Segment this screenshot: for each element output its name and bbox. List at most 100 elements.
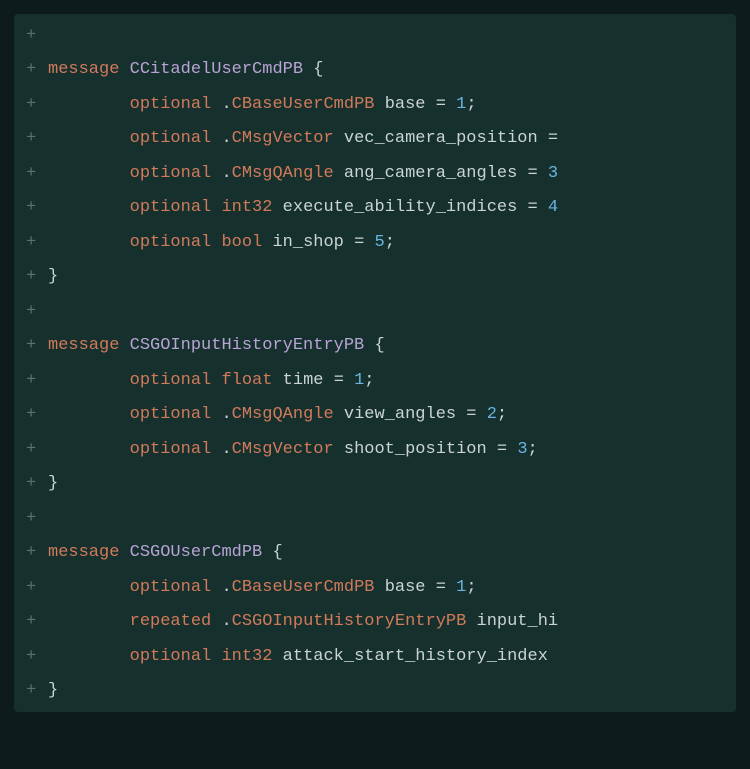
token-kw-optional: optional xyxy=(130,371,222,390)
code-line: + optional float time = 1; xyxy=(14,363,736,398)
token-field-name: base xyxy=(385,578,436,597)
code-line: + optional .CBaseUserCmdPB base = 1; xyxy=(14,87,736,122)
token-dot: . xyxy=(221,164,231,183)
line-content: message CCitadelUserCmdPB { xyxy=(48,57,724,83)
code-line: +message CCitadelUserCmdPB { xyxy=(14,53,736,88)
token-eq: = xyxy=(528,164,548,183)
token-punct: ; xyxy=(497,405,507,424)
token-dot: . xyxy=(221,129,231,148)
token-field-name: view_angles xyxy=(344,405,466,424)
token-field-name: in_shop xyxy=(272,233,354,252)
token-eq: = xyxy=(466,405,486,424)
code-line: + optional .CMsgVector vec_camera_positi… xyxy=(14,122,736,157)
token-num: 1 xyxy=(456,578,466,597)
code-line: + optional .CMsgQAngle view_angles = 2; xyxy=(14,398,736,433)
token-type-user: CMsgVector xyxy=(232,440,344,459)
diff-marker: + xyxy=(26,678,48,704)
token-kw-repeated: repeated xyxy=(130,612,222,631)
code-line: +} xyxy=(14,467,736,502)
token-dot: . xyxy=(221,405,231,424)
line-content: optional .CMsgVector shoot_position = 3; xyxy=(48,437,724,463)
code-line: + repeated .CSGOInputHistoryEntryPB inpu… xyxy=(14,605,736,640)
token-type-user: CMsgQAngle xyxy=(232,164,344,183)
token-eq: = xyxy=(436,578,456,597)
line-content: optional .CMsgVector vec_camera_position… xyxy=(48,126,724,152)
token-num: 4 xyxy=(548,198,558,217)
code-line: +message CSGOInputHistoryEntryPB { xyxy=(14,329,736,364)
diff-marker: + xyxy=(26,57,48,83)
line-content: optional int32 attack_start_history_inde… xyxy=(48,644,724,670)
token-kw-optional: optional xyxy=(130,95,222,114)
diff-marker: + xyxy=(26,126,48,152)
code-line: + xyxy=(14,18,736,53)
token-msg-name: CSGOInputHistoryEntryPB xyxy=(130,336,375,355)
token-brace: } xyxy=(48,267,58,286)
token-type-prim: int32 xyxy=(221,647,282,666)
line-content: optional .CBaseUserCmdPB base = 1; xyxy=(48,92,724,118)
token-type-user: CMsgQAngle xyxy=(232,405,344,424)
line-content: optional .CMsgQAngle view_angles = 2; xyxy=(48,402,724,428)
diff-marker: + xyxy=(26,230,48,256)
code-line: + optional .CBaseUserCmdPB base = 1; xyxy=(14,570,736,605)
token-num: 5 xyxy=(375,233,385,252)
diff-marker: + xyxy=(26,92,48,118)
code-line: + optional int32 execute_ability_indices… xyxy=(14,191,736,226)
token-num: 3 xyxy=(517,440,527,459)
token-num: 3 xyxy=(548,164,558,183)
token-type-user: CSGOInputHistoryEntryPB xyxy=(232,612,477,631)
diff-marker: + xyxy=(26,575,48,601)
token-kw-optional: optional xyxy=(130,129,222,148)
line-content: optional .CMsgQAngle ang_camera_angles =… xyxy=(48,161,724,187)
code-line: + optional .CMsgVector shoot_position = … xyxy=(14,432,736,467)
token-kw-message: message xyxy=(48,60,130,79)
diff-marker: + xyxy=(26,506,48,532)
token-kw-optional: optional xyxy=(130,578,222,597)
token-num: 1 xyxy=(456,95,466,114)
token-type-user: CBaseUserCmdPB xyxy=(232,578,385,597)
token-type-user: CMsgVector xyxy=(232,129,344,148)
diff-marker: + xyxy=(26,609,48,635)
token-msg-name: CCitadelUserCmdPB xyxy=(130,60,314,79)
diff-marker: + xyxy=(26,540,48,566)
diff-code-block: ++message CCitadelUserCmdPB {+ optional … xyxy=(14,14,736,712)
token-kw-message: message xyxy=(48,336,130,355)
token-dot: . xyxy=(221,612,231,631)
token-field-name: ang_camera_angles xyxy=(344,164,528,183)
token-type-prim: float xyxy=(221,371,282,390)
code-line: + optional .CMsgQAngle ang_camera_angles… xyxy=(14,156,736,191)
token-field-name: attack_start_history_index xyxy=(283,647,548,666)
token-kw-optional: optional xyxy=(130,233,222,252)
line-content: optional .CBaseUserCmdPB base = 1; xyxy=(48,575,724,601)
token-type-user: CBaseUserCmdPB xyxy=(232,95,385,114)
line-content: } xyxy=(48,471,724,497)
diff-marker: + xyxy=(26,195,48,221)
token-eq: = xyxy=(436,95,456,114)
code-line: +} xyxy=(14,674,736,709)
code-line: + optional int32 attack_start_history_in… xyxy=(14,639,736,674)
diff-marker: + xyxy=(26,437,48,463)
token-kw-optional: optional xyxy=(130,647,222,666)
token-brace: { xyxy=(374,336,384,355)
diff-marker: + xyxy=(26,161,48,187)
token-field-name: vec_camera_position xyxy=(344,129,548,148)
token-punct: ; xyxy=(528,440,538,459)
token-punct: ; xyxy=(466,578,476,597)
token-type-prim: bool xyxy=(221,233,272,252)
token-kw-message: message xyxy=(48,543,130,562)
diff-marker: + xyxy=(26,23,48,49)
token-num: 1 xyxy=(354,371,364,390)
code-line: + xyxy=(14,294,736,329)
token-eq: = xyxy=(548,129,558,148)
token-field-name: execute_ability_indices xyxy=(283,198,528,217)
line-content: message CSGOInputHistoryEntryPB { xyxy=(48,333,724,359)
line-content: repeated .CSGOInputHistoryEntryPB input_… xyxy=(48,609,724,635)
token-dot: . xyxy=(221,440,231,459)
diff-marker: + xyxy=(26,368,48,394)
token-punct: ; xyxy=(364,371,374,390)
line-content: optional bool in_shop = 5; xyxy=(48,230,724,256)
line-content: } xyxy=(48,678,724,704)
token-brace: } xyxy=(48,681,58,700)
line-content: message CSGOUserCmdPB { xyxy=(48,540,724,566)
token-eq: = xyxy=(528,198,548,217)
token-field-name: base xyxy=(385,95,436,114)
